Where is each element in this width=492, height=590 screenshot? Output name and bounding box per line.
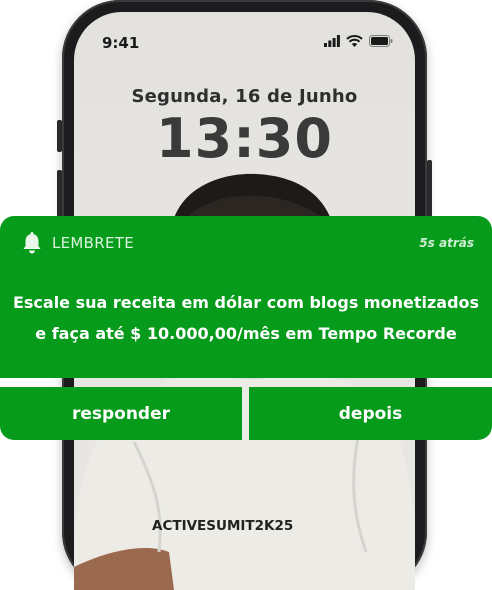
- shirt-logo-label: ACTIVESUMIT2K25: [152, 518, 293, 534]
- status-bar: 9:41: [74, 34, 415, 52]
- shirt-logo-text: ACTIVESUMIT2K25: [152, 518, 293, 534]
- notification-message-line-1: Escale sua receita em dólar com blogs mo…: [12, 293, 480, 312]
- reply-button[interactable]: responder: [0, 387, 242, 440]
- later-button[interactable]: depois: [249, 387, 492, 440]
- notification-message: Escale sua receita em dólar com blogs mo…: [0, 287, 492, 349]
- notification-app-name: LEMBRETE: [52, 234, 135, 252]
- notification-message-line-2: e faça até $ 10.000,00/mês em Tempo Reco…: [35, 324, 457, 343]
- lock-screen-date: Segunda, 16 de Junho: [131, 86, 358, 107]
- battery-icon: [369, 35, 393, 47]
- wifi-icon: [346, 35, 363, 47]
- status-time: 9:41: [102, 34, 140, 52]
- bell-icon: [23, 232, 41, 254]
- status-icons: [324, 35, 393, 47]
- phone-side-button: [57, 120, 62, 152]
- notification-timestamp: 5s atrás: [419, 236, 474, 250]
- lock-screen-time: 13:30: [156, 107, 333, 170]
- cellular-signal-icon: [324, 35, 340, 47]
